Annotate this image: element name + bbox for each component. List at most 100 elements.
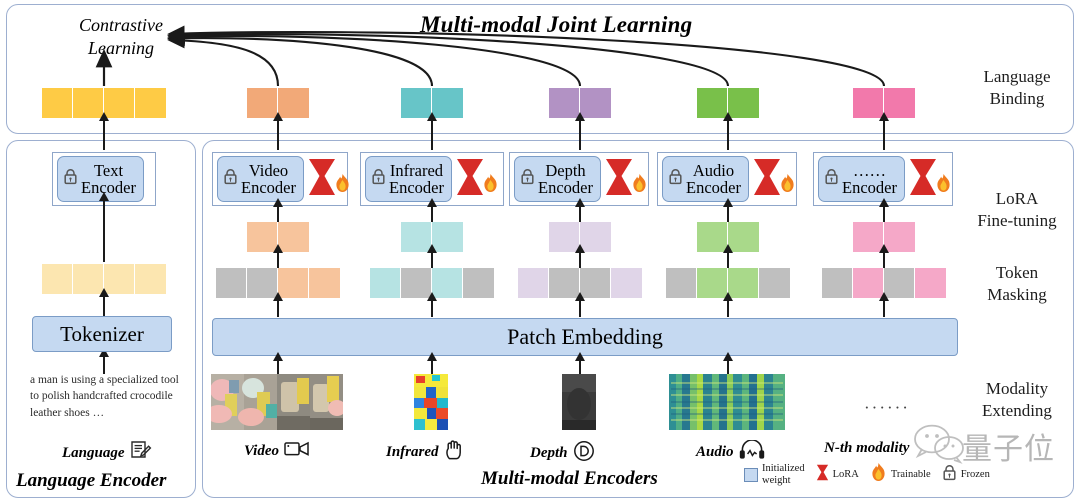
legend-label-line-1: Frozen — [960, 468, 990, 480]
video-frames-thumbnail — [211, 374, 343, 430]
stage-label-line-1: Language — [983, 67, 1051, 86]
modality-label-nth: N-th modality — [824, 440, 909, 457]
legend-item: Initialized weight — [744, 463, 805, 487]
flame-icon — [482, 173, 499, 198]
lock-icon — [223, 168, 238, 190]
ellipsis-icon-nth-modality: ······ — [864, 398, 910, 417]
tokenizer-box[interactable]: Tokenizer — [32, 316, 172, 352]
stage-label-modality-extending: Modality Extending — [958, 378, 1076, 422]
video-mask-cell-color — [309, 268, 340, 298]
encoder-label-infrared: Infrared Encoder — [389, 161, 444, 197]
contrastive-line-1: Contrastive — [79, 15, 163, 35]
lock-icon — [63, 168, 78, 190]
audio-mask-cell-masked — [666, 268, 697, 298]
encoder-label-line-2: Encoder — [389, 178, 444, 197]
stage-label-line-2: Masking — [987, 285, 1047, 305]
line-video-encoder-top — [277, 134, 280, 150]
legend-item: LoRA — [816, 463, 859, 487]
arrow-audio-finetune — [721, 198, 734, 222]
tokenizer-label: Tokenizer — [60, 321, 144, 346]
modality-label-text: N-th modality — [824, 440, 910, 456]
arrow-tokenizer-to-tokens — [97, 288, 110, 316]
infrared-mask-cell-masked — [463, 268, 494, 298]
legend-label-line-1: Initialized — [762, 462, 805, 474]
lora-hourglass-icon — [307, 157, 337, 202]
depth-mask-cell-color — [611, 268, 642, 298]
modality-label-infrared: Infrared — [386, 440, 465, 465]
encoder-label-video: Video Encoder — [241, 161, 296, 196]
modality-label-text: Video — [244, 442, 280, 459]
depth-mask-cell-color — [518, 268, 549, 298]
legend-label: LoRA — [833, 469, 859, 481]
lock-icon — [371, 168, 386, 190]
infrared-mask-cell-color — [370, 268, 401, 298]
lora-hourglass-icon — [455, 157, 485, 202]
legend-label: Frozen — [961, 469, 990, 481]
arrow-audio-mask — [721, 244, 734, 268]
arrow-patch-to-depth — [573, 292, 586, 317]
infrared-heatmap-thumbnail — [414, 374, 448, 430]
depth-map-thumbnail — [562, 374, 596, 430]
legend-label: Trainable — [891, 469, 931, 481]
modality-label-audio: Audio — [696, 439, 765, 464]
depth-d-circle-icon — [573, 440, 595, 467]
stage-label-line-1: Token — [995, 263, 1039, 282]
flame-icon — [631, 173, 648, 198]
contrastive-line-2: Learning — [87, 37, 154, 58]
patch-embedding-label: Patch Embedding — [507, 324, 663, 349]
lora-hourglass-icon — [604, 157, 634, 202]
figure-title: Multi-modal Joint Learning — [420, 12, 693, 37]
blue-square-icon — [744, 467, 758, 482]
legend-item: Trainable — [870, 462, 931, 487]
video-mask-cell-masked — [216, 268, 247, 298]
arrow-tokens-to-text-encoder — [97, 192, 110, 262]
legend-label-line-1: LoRA — [832, 468, 859, 480]
line-infrared-encoder-top — [431, 134, 434, 150]
modality-label-text: Audio — [696, 443, 734, 460]
patch-embedding-box[interactable]: Patch Embedding — [212, 318, 958, 356]
stage-label-lora-finetuning: LoRA Fine-tuning — [958, 188, 1076, 232]
note-pencil-icon — [130, 440, 152, 466]
encoder-label-audio: Audio Encoder — [686, 160, 741, 197]
language-token-cell — [42, 264, 73, 294]
section-title-language-encoder: Language Encoder — [16, 470, 167, 491]
stage-label-line-1: Modality — [985, 379, 1049, 398]
arrow-patch-to-infrared — [425, 292, 438, 317]
section-title-multimodal-encoders: Multi-modal Encoders — [481, 468, 658, 489]
lock-icon — [520, 168, 535, 190]
stage-label-line-2: Extending — [982, 401, 1052, 421]
encoder-label-line-1: Audio — [692, 160, 735, 180]
encoder-label-line-1: Text — [93, 160, 124, 180]
lock-icon — [824, 168, 839, 190]
legend-label-line-2: weight — [762, 474, 791, 486]
encoder-inner-audio: Audio Encoder — [662, 156, 749, 202]
encoder-label-line-1: …… — [852, 160, 886, 180]
stage-label-line-2: Binding — [989, 89, 1045, 109]
arrow-nth-finetune — [877, 198, 890, 222]
modality-label-text: Infrared — [386, 444, 439, 460]
nth-mask-cell-masked — [822, 268, 853, 298]
legend-label-line-1: Trainable — [890, 468, 931, 480]
arrow-depth-mask — [573, 244, 586, 268]
arrow-nth-mask — [877, 244, 890, 268]
lora-hourglass-icon — [816, 463, 829, 487]
modality-label-video: Video — [244, 440, 310, 462]
video-camera-icon — [284, 440, 310, 462]
encoder-label-line-2: Encoder — [538, 178, 593, 197]
lock-icon — [668, 168, 683, 190]
stage-label-language-binding: Language Binding — [958, 66, 1076, 110]
stage-label-line-1: LoRA — [995, 189, 1039, 208]
encoder-label-nth: …… Encoder — [842, 160, 897, 196]
nth-mask-cell-color — [915, 268, 946, 298]
lora-hourglass-icon — [908, 157, 938, 202]
encoder-inner-depth: Depth Encoder — [514, 156, 601, 202]
stage-label-line-2: Fine-tuning — [977, 211, 1057, 231]
audio-mask-cell-masked — [759, 268, 790, 298]
encoder-label-line-2: Encoder — [686, 178, 741, 197]
language-caption-text: a man is using a specialized tool to pol… — [30, 374, 179, 419]
arrow-patch-to-audio — [721, 292, 734, 317]
encoder-label-depth: Depth Encoder — [538, 161, 593, 197]
flame-icon — [779, 173, 796, 198]
figure-canvas: Multi-modal Joint Learning Contrastive L… — [0, 0, 1080, 504]
modality-label-text: Depth — [530, 445, 568, 461]
